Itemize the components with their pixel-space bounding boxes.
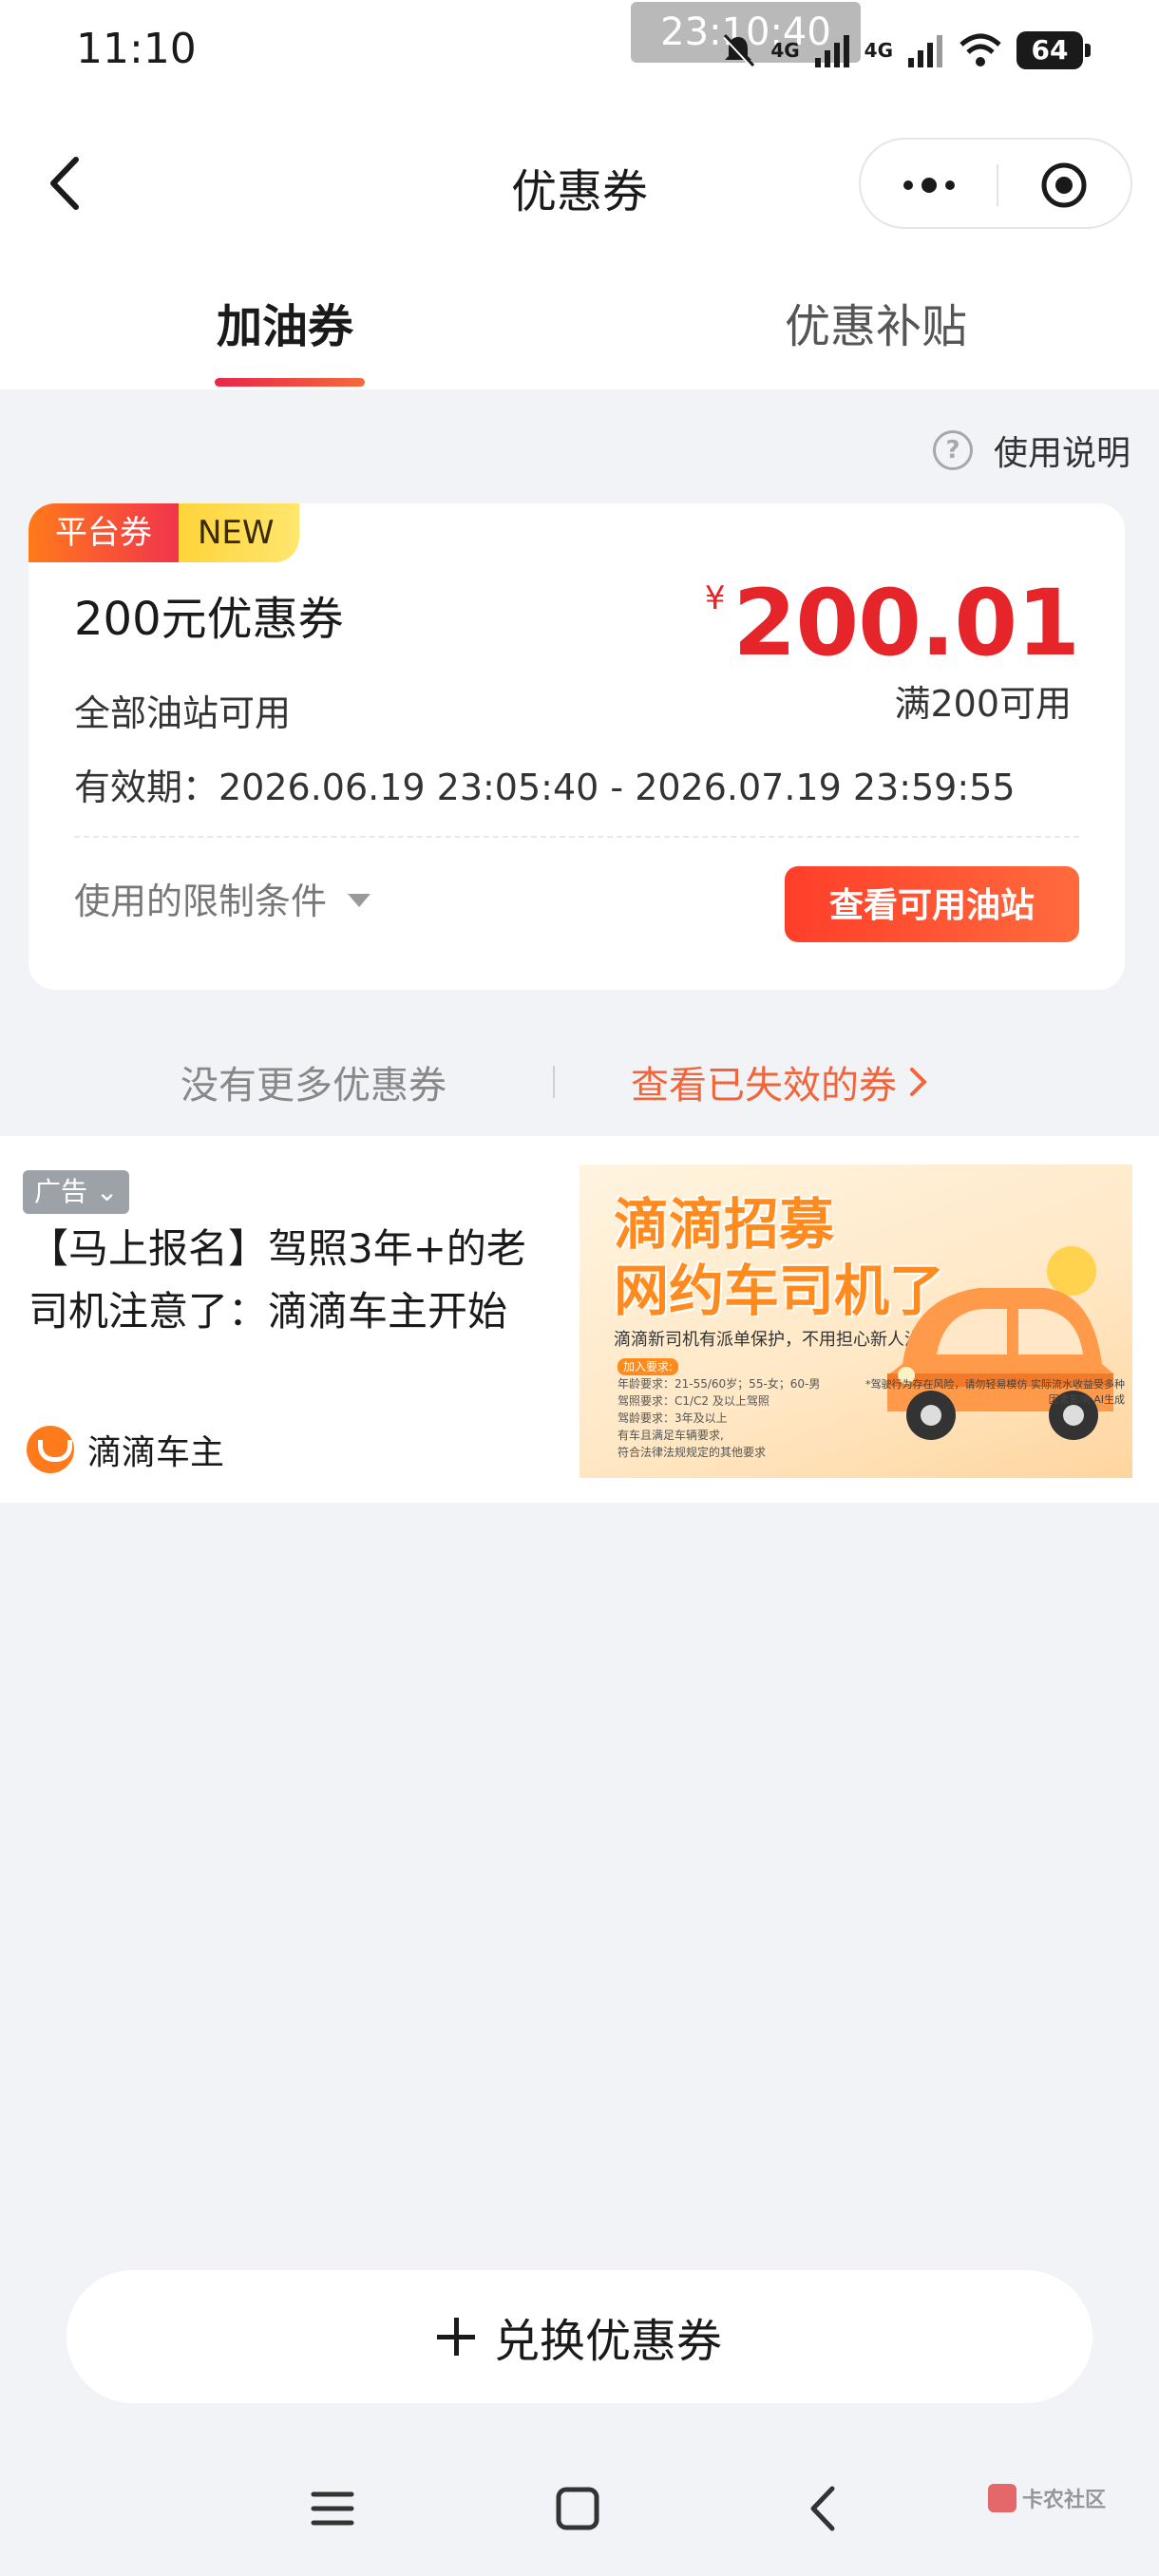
redeem-coupon-label: 兑换优惠券 — [493, 2317, 722, 2367]
coupon-amount: ¥200.01 — [704, 570, 1080, 676]
coupon-card: 平台券 NEW 200元优惠券 全部油站可用 有效期：2026.06.19 23… — [28, 503, 1125, 990]
coupon-title: 200元优惠券 — [74, 593, 344, 646]
dashed-divider — [74, 836, 1079, 838]
watermark-text: 卡农社区 — [1022, 2489, 1107, 2512]
coupon-validity: 有效期：2026.06.19 23:05:40 - 2026.07.19 23:… — [74, 767, 1016, 808]
coupon-badges: 平台券 NEW — [28, 503, 299, 562]
expired-coupons-link[interactable]: 查看已失效的券 — [631, 1054, 929, 1109]
chevron-right-icon — [910, 1068, 927, 1096]
usage-instructions-label: 使用说明 — [993, 434, 1130, 473]
system-back-icon[interactable] — [796, 2483, 853, 2534]
ad-image[interactable]: 滴滴招募 网约车司机了 滴滴新司机有派单保护，不用担心新人没有单! 加入要求: … — [580, 1165, 1132, 1478]
platform-coupon-badge: 平台券 — [28, 503, 179, 562]
signal-icon-2 — [908, 35, 942, 67]
tab-discount-subsidy[interactable]: 优惠补贴 — [785, 289, 967, 355]
question-icon: ? — [932, 430, 973, 470]
didi-driver-logo-icon — [27, 1426, 74, 1473]
tab-fuel-coupons[interactable]: 加油券 — [217, 289, 353, 355]
ad-tag-label: 广告 — [34, 1176, 88, 1207]
ad-req-years: 驾龄要求：3年及以上 — [618, 1411, 728, 1425]
mini-program-capsule — [859, 138, 1132, 229]
expired-coupons-label: 查看已失效的券 — [631, 1064, 897, 1108]
ad-headline: 【马上报名】驾照3年+的老司机注意了：滴滴车主开始 — [28, 1225, 526, 1335]
watermark: 卡农社区 — [988, 2483, 1106, 2513]
close-mini-program-icon[interactable] — [1039, 161, 1089, 210]
ad-brand-name: 滴滴车主 — [87, 1433, 225, 1472]
ad-tag[interactable]: 广告 ⌄ — [23, 1170, 130, 1214]
status-time: 11:10 — [76, 25, 197, 73]
ad-banner[interactable]: 广告 ⌄ 【马上报名】驾照3年+的老司机注意了：滴滴车主开始 滴滴车主 滴滴招募… — [0, 1136, 1159, 1503]
mute-icon — [723, 33, 755, 67]
ad-req-car: 有车且满足车辆要求, — [618, 1429, 724, 1442]
new-badge: NEW — [179, 503, 299, 562]
network-label-1: 4G — [770, 39, 800, 62]
restrictions-toggle[interactable]: 使用的限制条件 — [74, 872, 371, 924]
car-illustration-icon — [887, 1246, 1113, 1440]
menu-icon[interactable] — [304, 2483, 361, 2534]
usage-instructions-link[interactable]: ? 使用说明 — [932, 426, 1130, 475]
view-stations-button[interactable]: 查看可用油站 — [785, 866, 1079, 942]
home-icon[interactable] — [549, 2483, 606, 2534]
active-tab-indicator — [215, 378, 365, 387]
battery-indicator: 64 — [1016, 31, 1091, 69]
currency-symbol: ¥ — [704, 579, 726, 617]
redeem-coupon-button[interactable]: 兑换优惠券 — [66, 2270, 1092, 2403]
ad-req-age: 年龄要求：21-55/60岁；55-女；60-男 — [618, 1377, 821, 1391]
ad-brand: 滴滴车主 — [27, 1425, 224, 1474]
status-bar: 11:10 23:10:40 4G 4G 64 — [0, 0, 1159, 104]
ad-requirements: 加入要求: 年龄要求：21-55/60岁；55-女；60-男 驾照要求：C1/C… — [618, 1358, 820, 1461]
nav-bar: 优惠券 — [0, 104, 1159, 256]
coupon-value: 200.01 — [732, 570, 1080, 676]
watermark-logo-icon — [988, 2484, 1016, 2512]
ad-requirements-tag: 加入要求: — [618, 1358, 679, 1375]
ad-disclaimer: *驾驶行为存在风险，请勿轻易模仿 实际流水收益受多种因素影响 AI生成 — [865, 1378, 1125, 1406]
no-more-coupons: 没有更多优惠券 — [180, 1064, 446, 1108]
restrictions-label: 使用的限制条件 — [74, 881, 328, 922]
network-label-2: 4G — [864, 39, 893, 62]
signal-icon — [814, 35, 849, 67]
ad-req-license: 驾照要求：C1/C2 及以上驾照 — [618, 1394, 770, 1408]
ad-req-other: 符合法律法规规定的其他要求 — [618, 1446, 767, 1459]
wifi-icon — [960, 33, 1001, 66]
system-navigation-bar — [0, 2432, 1159, 2576]
caret-down-icon — [348, 893, 371, 907]
more-icon[interactable] — [899, 168, 960, 202]
coupon-scope: 全部油站可用 — [74, 692, 292, 734]
capsule-divider — [997, 164, 998, 206]
plus-icon — [436, 2318, 475, 2356]
tab-bar: 加油券 优惠补贴 — [0, 256, 1159, 389]
coupon-threshold: 满200可用 — [894, 683, 1072, 725]
status-icons: 4G 4G 64 — [719, 27, 1091, 74]
footer-divider — [553, 1066, 555, 1098]
